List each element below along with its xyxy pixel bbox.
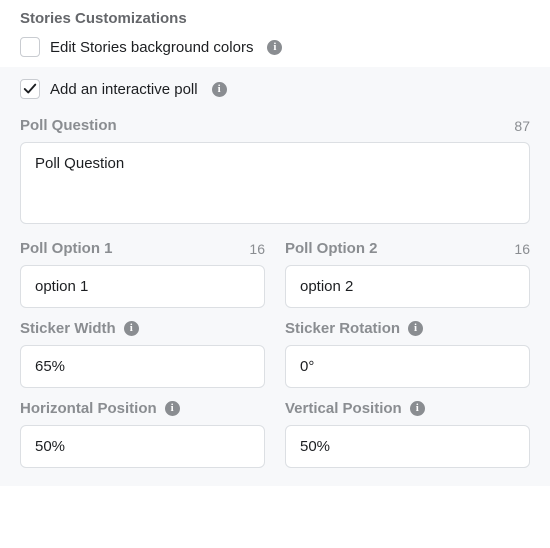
add-poll-label: Add an interactive poll xyxy=(50,81,198,98)
h-position-label: Horizontal Position xyxy=(20,400,180,417)
edit-bg-row: Edit Stories background colors xyxy=(0,33,550,67)
option2-label-row: Poll Option 2 16 xyxy=(285,240,530,257)
sticker-rotation-input[interactable] xyxy=(285,345,530,388)
h-position-input[interactable] xyxy=(20,425,265,468)
info-icon[interactable] xyxy=(212,82,227,97)
option2-input[interactable] xyxy=(285,265,530,308)
sticker-width-label: Sticker Width xyxy=(20,320,139,337)
option2-count: 16 xyxy=(514,241,530,257)
poll-question-count: 87 xyxy=(514,118,530,134)
sticker-rotation-label: Sticker Rotation xyxy=(285,320,423,337)
option1-count: 16 xyxy=(249,241,265,257)
option1-label-row: Poll Option 1 16 xyxy=(20,240,265,257)
v-position-input[interactable] xyxy=(285,425,530,468)
poll-question-label-row: Poll Question 87 xyxy=(20,117,530,134)
check-icon xyxy=(23,82,37,96)
section-title: Stories Customizations xyxy=(0,0,550,33)
h-position-label-text: Horizontal Position xyxy=(20,400,157,417)
sticker-width-label-text: Sticker Width xyxy=(20,320,116,337)
sticker-rotation-label-row: Sticker Rotation xyxy=(285,320,530,337)
add-poll-row: Add an interactive poll xyxy=(20,79,530,105)
sticker-width-label-row: Sticker Width xyxy=(20,320,265,337)
sticker-width-input[interactable] xyxy=(20,345,265,388)
option1-label: Poll Option 1 xyxy=(20,240,113,257)
info-icon[interactable] xyxy=(124,321,139,336)
info-icon[interactable] xyxy=(165,401,180,416)
poll-question-input[interactable] xyxy=(20,142,530,224)
option1-input[interactable] xyxy=(20,265,265,308)
h-position-label-row: Horizontal Position xyxy=(20,400,265,417)
info-icon[interactable] xyxy=(408,321,423,336)
info-icon[interactable] xyxy=(267,40,282,55)
v-position-label-text: Vertical Position xyxy=(285,400,402,417)
v-position-label-row: Vertical Position xyxy=(285,400,530,417)
option2-label: Poll Option 2 xyxy=(285,240,378,257)
edit-bg-checkbox[interactable] xyxy=(20,37,40,57)
poll-panel: Add an interactive poll Poll Question 87… xyxy=(0,67,550,486)
add-poll-checkbox[interactable] xyxy=(20,79,40,99)
info-icon[interactable] xyxy=(410,401,425,416)
sticker-rotation-label-text: Sticker Rotation xyxy=(285,320,400,337)
v-position-label: Vertical Position xyxy=(285,400,425,417)
edit-bg-label: Edit Stories background colors xyxy=(50,39,253,56)
poll-question-label: Poll Question xyxy=(20,117,117,134)
